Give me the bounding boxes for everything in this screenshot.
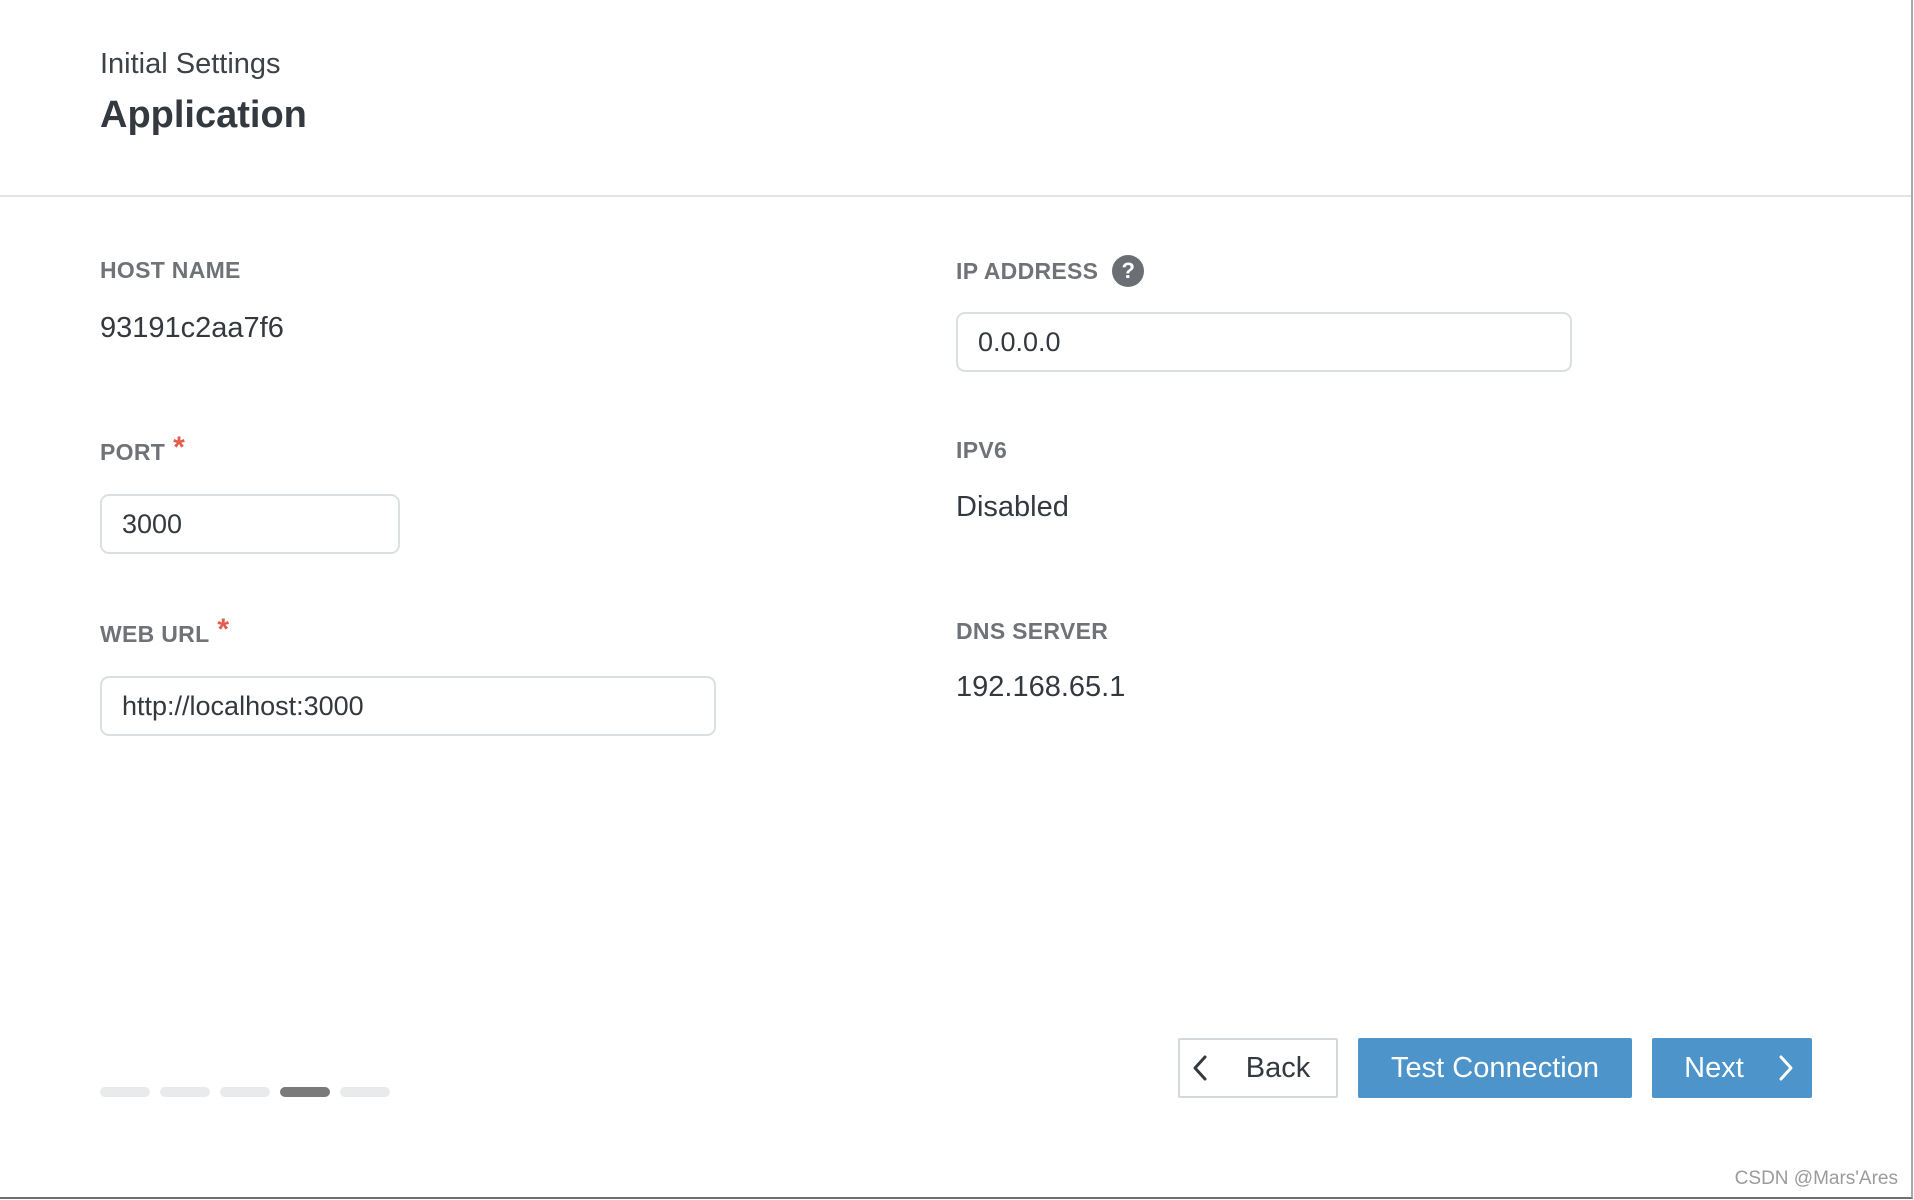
host-name-label: HOST NAME: [100, 257, 241, 284]
progress-step-5: [340, 1087, 390, 1097]
progress-step-4: [280, 1087, 330, 1097]
test-connection-button[interactable]: Test Connection: [1358, 1038, 1632, 1098]
ip-address-input[interactable]: [956, 312, 1572, 372]
ip-address-label: IP ADDRESS ?: [956, 255, 1145, 287]
port-required-mark: *: [173, 431, 186, 464]
chevron-left-icon: [1193, 1055, 1207, 1081]
step-progress: [100, 1087, 390, 1097]
header-divider: [0, 195, 1911, 197]
dns-server-label: DNS SERVER: [956, 618, 1108, 645]
help-icon[interactable]: ?: [1112, 255, 1145, 287]
progress-step-2: [160, 1087, 210, 1097]
progress-step-1: [100, 1087, 150, 1097]
web-url-input[interactable]: [100, 676, 716, 736]
host-name-value: 93191c2aa7f6: [100, 312, 284, 344]
watermark: CSDN @Mars'Ares: [1734, 1168, 1898, 1189]
host-name-label-text: HOST NAME: [100, 257, 241, 283]
dns-server-label-text: DNS SERVER: [956, 618, 1109, 644]
ipv6-label-text: IPV6: [956, 437, 1008, 463]
port-input[interactable]: [100, 494, 400, 554]
port-label-text: PORT: [100, 438, 166, 465]
next-button[interactable]: Next: [1652, 1038, 1812, 1098]
back-button[interactable]: Back: [1178, 1038, 1338, 1098]
page-subtitle: Initial Settings: [100, 48, 281, 80]
ipv6-label: IPV6: [956, 437, 1007, 464]
dns-server-value: 192.168.65.1: [956, 671, 1126, 703]
next-button-label: Next: [1684, 1051, 1744, 1084]
web-url-required-mark: *: [217, 613, 230, 646]
web-url-label-text: WEB URL: [100, 620, 210, 647]
ipv6-value: Disabled: [956, 491, 1069, 523]
web-url-label: WEB URL *: [100, 613, 229, 651]
settings-panel: Initial Settings Application HOST NAME 9…: [0, 0, 1913, 1199]
page-title: Application: [100, 94, 307, 136]
chevron-right-icon: [1779, 1055, 1793, 1081]
ip-address-label-text: IP ADDRESS: [956, 257, 1099, 284]
back-button-label: Back: [1245, 1051, 1311, 1084]
port-label: PORT *: [100, 431, 185, 469]
progress-step-3: [220, 1087, 270, 1097]
test-connection-button-label: Test Connection: [1391, 1051, 1599, 1084]
page: Initial Settings Application HOST NAME 9…: [0, 0, 1914, 1200]
